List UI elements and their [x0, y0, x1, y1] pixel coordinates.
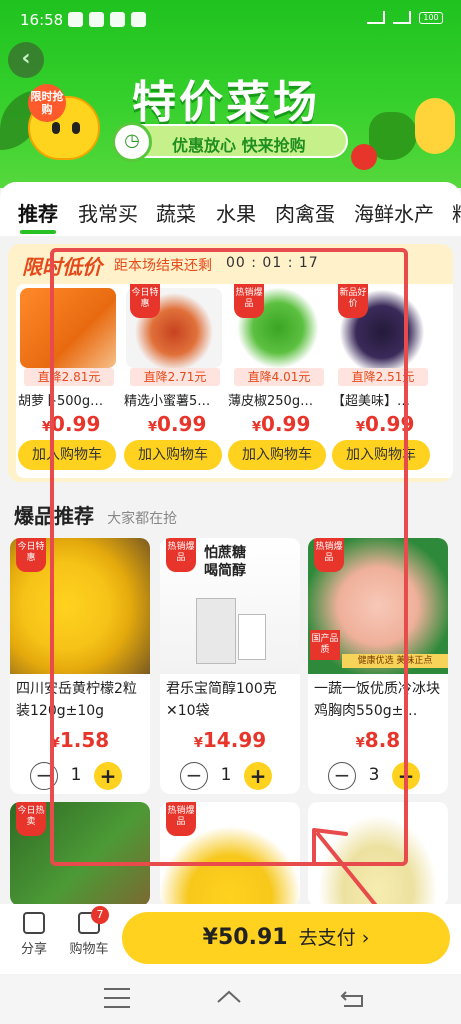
status-right: 100 [367, 11, 443, 24]
chevron-left-icon: ‹ [21, 46, 31, 71]
tab-meat-eggs[interactable]: 肉禽蛋 [275, 198, 335, 227]
clock-icon: ◷ [112, 122, 152, 162]
status-time: 16:58 [20, 11, 64, 29]
tab-fruit[interactable]: 水果 [216, 198, 256, 227]
promo-ribbon: 今日特惠 [16, 538, 46, 572]
promo-ribbon: 今日热卖 [16, 802, 46, 836]
cart-button[interactable]: 7 购物车 [66, 906, 112, 957]
system-nav-bar [0, 974, 461, 1024]
back-nav-icon[interactable] [340, 988, 366, 1008]
tab-seafood[interactable]: 海鲜水产 [354, 198, 434, 227]
category-tabs: 推荐 我常买 蔬菜 水果 肉禽蛋 海鲜水产 料 [0, 182, 461, 236]
checkout-bar: 分享 7 购物车 ¥50.91 去支付 › [0, 904, 461, 974]
total-amount: ¥50.91 [202, 925, 288, 950]
signal-icon [367, 11, 385, 24]
back-button[interactable]: ‹ [8, 42, 44, 78]
app-icon [68, 12, 83, 27]
cart-count-badge: 7 [91, 906, 109, 924]
tomato-image [351, 144, 377, 170]
mascot-eye [52, 122, 60, 134]
tab-recommend[interactable]: 推荐 [18, 198, 58, 227]
mascot-eye [72, 122, 80, 134]
tab-vegetables[interactable]: 蔬菜 [156, 198, 196, 227]
tab-more[interactable]: 料 [452, 198, 461, 227]
vegetables-decoration [351, 90, 461, 170]
lemon-mascot: 限时抢购 [28, 84, 100, 160]
notification-icons [68, 12, 146, 27]
page-title: 特价菜场 [132, 77, 320, 128]
tab-active-indicator [20, 230, 56, 234]
checkout-button[interactable]: ¥50.91 去支付 › [122, 912, 450, 964]
cart-label: 购物车 [69, 942, 109, 957]
wifi-icon [393, 11, 411, 24]
menu-icon[interactable] [104, 988, 130, 1008]
hero-subtitle: ◷ 优惠放心 快来抢购 [112, 122, 348, 162]
app-icon [131, 12, 146, 27]
hero-subtitle-text: 优惠放心 快来抢购 [172, 136, 306, 155]
app-icon [110, 12, 125, 27]
share-button[interactable]: 分享 [14, 912, 54, 957]
share-label: 分享 [20, 942, 47, 957]
status-bar: 16:58 100 [0, 0, 461, 40]
tab-frequent[interactable]: 我常买 [78, 198, 138, 227]
home-icon[interactable] [216, 988, 242, 1008]
share-icon [23, 912, 45, 934]
annotation-highlight-box [50, 248, 408, 866]
mascot-badge: 限时抢购 [28, 84, 66, 122]
app-icon [89, 12, 104, 27]
header-banner: 16:58 100 ‹ 限时抢购 特价菜场 ◷ 优惠放心 快来抢购 [0, 0, 461, 188]
banana-image [415, 98, 455, 154]
checkout-label: 去支付 › [298, 927, 370, 949]
battery-icon: 100 [419, 11, 443, 24]
